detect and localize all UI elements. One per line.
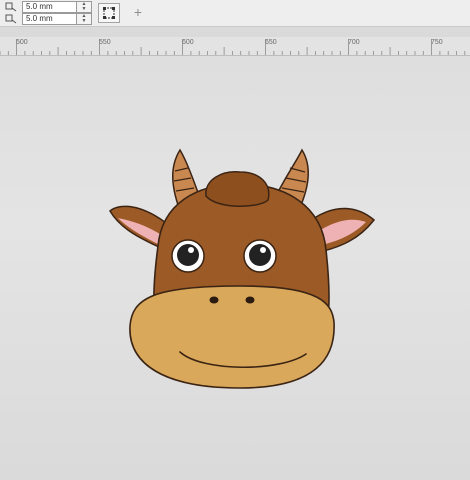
cow-head-illustration[interactable] [100, 126, 390, 406]
nudge-height-icon [0, 13, 22, 24]
nudge-width-icon [0, 1, 22, 12]
ruler-label-700: 700 [348, 39, 360, 46]
head-tuft [205, 171, 270, 207]
left-nostril [209, 296, 219, 304]
ruler-ticks [0, 39, 466, 55]
transform-selection-button[interactable] [98, 3, 120, 23]
property-bar: 5.0 mm ▲ ▼ 5.0 mm ▲ ▼ + [0, 0, 470, 27]
width-spinner[interactable]: ▲ ▼ [77, 0, 92, 13]
ruler-label-650: 650 [265, 39, 277, 46]
height-input[interactable]: 5.0 mm [22, 12, 77, 25]
spin-down-icon[interactable]: ▼ [77, 6, 91, 12]
ruler-label-750: 750 [431, 39, 443, 46]
right-nostril [245, 296, 255, 304]
bounding-box-icon [103, 7, 115, 19]
height-spinner[interactable]: ▲ ▼ [77, 12, 92, 25]
ruler-label-500: 500 [16, 39, 28, 46]
height-field-row: 5.0 mm ▲ ▼ [0, 12, 92, 25]
app-window: 5.0 mm ▲ ▼ 5.0 mm ▲ ▼ + 500 550 600 650 … [0, 0, 470, 480]
right-eye [243, 239, 277, 273]
ruler-label-550: 550 [99, 39, 111, 46]
width-field-row: 5.0 mm ▲ ▼ [0, 0, 92, 13]
drawing-canvas[interactable] [0, 56, 470, 480]
add-plus-icon[interactable]: + [131, 3, 145, 21]
ruler-label-600: 600 [182, 39, 194, 46]
spin-down-icon[interactable]: ▼ [77, 18, 91, 24]
left-eye [171, 239, 205, 273]
width-input[interactable]: 5.0 mm [22, 0, 77, 13]
cow-muzzle [129, 285, 335, 389]
horizontal-ruler[interactable]: 500 550 600 650 700 750 [0, 37, 470, 56]
